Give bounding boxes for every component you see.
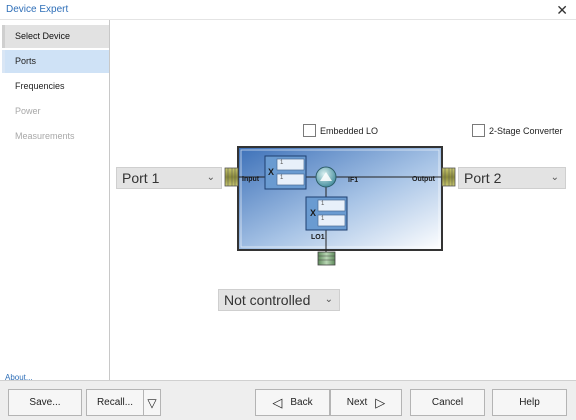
upper-mixer-symbol: X (268, 167, 275, 177)
mixer-icon (315, 166, 337, 188)
lo-control-value: Not controlled (224, 292, 311, 308)
if-label: IF1 (348, 177, 359, 184)
next-button[interactable]: Next ▷ (330, 389, 402, 416)
sidebar-item-ports[interactable]: Ports (2, 50, 109, 73)
back-button[interactable]: ◁ Back (255, 389, 330, 416)
wizard-steps-sidebar: Select Device Ports Frequencies Power Me… (0, 20, 110, 380)
lower-box-value-1: 1 (321, 201, 325, 207)
back-arrow-icon: ◁ (272, 394, 283, 410)
help-button[interactable]: Help (492, 389, 567, 416)
chevron-down-icon: ⌄ (550, 172, 559, 183)
embedded-lo-label: Embedded LO (320, 126, 379, 136)
footer-bar: Save... Recall... ▽ ◁ Back Next ▷ Cancel… (0, 380, 576, 420)
output-port-value: Port 2 (464, 170, 502, 186)
sidebar-item-measurements: Measurements (2, 125, 109, 148)
next-arrow-icon: ▷ (375, 394, 386, 410)
output-label: Output (412, 176, 435, 183)
input-port-value: Port 1 (122, 170, 160, 186)
lo-connector-icon (317, 251, 336, 266)
sidebar-item-label: Select Device (15, 31, 71, 41)
recall-button[interactable]: Recall... (86, 389, 144, 416)
save-button[interactable]: Save... (8, 389, 82, 416)
two-stage-converter-checkbox[interactable] (472, 124, 485, 137)
embedded-lo-checkbox[interactable] (303, 124, 316, 137)
sidebar-item-label: Measurements (15, 131, 75, 141)
lower-box-value-2: 1 (321, 216, 325, 222)
output-port-select[interactable]: Port 2 ⌄ (458, 167, 566, 189)
close-icon[interactable]: ✕ (556, 1, 568, 19)
window-title: Device Expert (6, 4, 69, 15)
cancel-button[interactable]: Cancel (410, 389, 485, 416)
step-marker (2, 25, 5, 48)
title-bar: Device Expert ✕ (0, 0, 576, 20)
triangle-down-icon: ▽ (147, 395, 157, 410)
lower-mixer-symbol: X (310, 208, 317, 218)
sidebar-item-frequencies[interactable]: Frequencies (2, 75, 109, 98)
sidebar-item-label: Frequencies (15, 81, 65, 91)
upper-box-value-2: 1 (280, 175, 284, 181)
two-stage-converter-label: 2-Stage Converter (489, 126, 563, 136)
recall-dropdown-button[interactable]: ▽ (143, 389, 161, 416)
step-marker (2, 50, 5, 73)
mixer-diagram (224, 146, 456, 266)
upper-box-value-1: 1 (280, 160, 284, 166)
input-connector-icon (224, 167, 239, 187)
chevron-down-icon: ⌄ (324, 294, 333, 305)
lo-label: LO1 (311, 234, 325, 241)
input-port-select[interactable]: Port 1 ⌄ (116, 167, 222, 189)
sidebar-item-select-device[interactable]: Select Device (2, 25, 109, 48)
next-button-label: Next (346, 397, 368, 408)
sidebar-item-label: Power (15, 106, 41, 116)
input-label: Input (242, 176, 260, 183)
lo-control-select[interactable]: Not controlled ⌄ (218, 289, 340, 311)
sidebar-item-label: Ports (15, 56, 37, 66)
output-connector-icon (441, 167, 456, 187)
chevron-down-icon: ⌄ (206, 172, 215, 183)
sidebar-item-power: Power (2, 100, 109, 123)
back-button-label: Back (290, 397, 313, 408)
